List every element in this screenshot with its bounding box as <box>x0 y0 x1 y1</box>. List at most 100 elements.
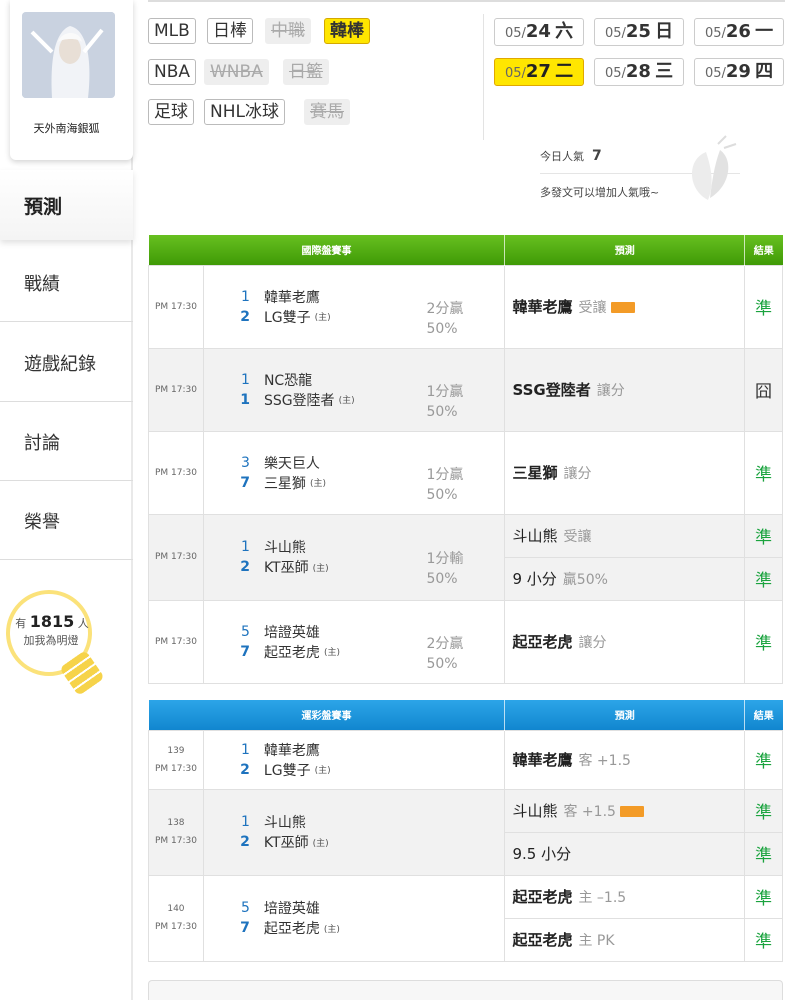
fans-count: 有 1815 人 <box>15 612 89 631</box>
home-team[interactable]: KT巫師 <box>264 832 309 852</box>
host-marker: (主) <box>309 479 326 489</box>
featured-badge-icon <box>619 806 644 817</box>
away-team[interactable]: 樂天巨人 <box>264 453 320 473</box>
away-score: 5 <box>241 900 250 916</box>
league-tab-nhl[interactable]: NHL冰球 <box>204 99 285 125</box>
column-header: 運彩盤賽事 <box>148 700 506 730</box>
popularity-hint: 多發文可以增加人氣哦~ <box>540 186 660 199</box>
prediction: 起亞老虎主 –1.5 <box>504 874 746 919</box>
prediction: 斗山熊客 +1.5 <box>504 788 746 833</box>
game-time: PM 17:30 <box>148 347 204 432</box>
league-tab-wnba: WNBA <box>204 59 269 85</box>
table-row: PM 17:30 5 培證英雄 7 起亞老虎 (主) 2分贏 50% 起亞老虎 讓分 準 <box>148 599 783 684</box>
username[interactable]: 天外南海銀狐 <box>10 120 123 136</box>
away-score: 5 <box>241 623 250 640</box>
home-score: 2 <box>240 834 250 850</box>
column-header: 結果 <box>744 700 783 730</box>
result: 準 <box>744 874 783 919</box>
avatar[interactable] <box>22 12 115 98</box>
table-row: 139 PM 17:30 1 韓華老鷹 2 LG雙子 (主) 韓華老鷹客 +1.5 準 <box>148 729 783 790</box>
away-score: 1 <box>241 371 250 388</box>
away-team[interactable]: 培證英雄 <box>264 622 320 642</box>
sidebar-item-record[interactable]: 戰績 <box>0 242 133 322</box>
result: 囧 <box>744 347 783 432</box>
away-score: 3 <box>241 454 250 471</box>
matchup: 1 斗山熊 2 KT巫師 (主) 1分輸 50% <box>202 513 506 601</box>
home-team[interactable]: LG雙子 <box>264 760 311 780</box>
date-button[interactable]: 05/29 四 <box>694 58 784 86</box>
game-time: PM 17:30 <box>154 763 197 774</box>
league-tab-mlb[interactable]: MLB <box>148 18 196 44</box>
away-score: 1 <box>241 539 250 555</box>
home-team[interactable]: SSG登陸者 <box>264 390 335 410</box>
featured-badge-icon <box>610 302 635 313</box>
table-row: PM 17:30 1 NC恐龍 1 SSG登陸者 (主) 1分贏 50% SSG登陸者讓… <box>148 347 783 432</box>
league-tab-soccer[interactable]: 足球 <box>148 99 194 125</box>
sidebar-item-honor[interactable]: 榮譽 <box>0 480 133 560</box>
league-tab-jbl: 日籃 <box>283 59 329 85</box>
away-team[interactable]: 斗山熊 <box>264 812 306 832</box>
prediction: 韓華老鷹客 +1.5 <box>504 729 746 790</box>
odds: 1分輸 50% <box>426 551 464 587</box>
fans-lightbulb[interactable]: 有 1815 人 加我為明燈 <box>6 590 105 700</box>
home-team[interactable]: 起亞老虎 <box>264 642 320 662</box>
game-info: 140 PM 17:30 <box>148 874 204 962</box>
result: 準 <box>744 831 783 876</box>
league-tab-cpbl: 中職 <box>265 18 311 44</box>
result: 準 <box>744 556 783 601</box>
result: 準 <box>744 788 783 833</box>
game-number: 138 <box>167 818 185 828</box>
matchup: 1 韓華老鷹 2 LG雙子 (主) 2分贏 50% <box>202 264 506 349</box>
date-button[interactable]: 05/25 日 <box>594 18 684 46</box>
game-time: PM 17:30 <box>154 922 197 932</box>
date-button[interactable]: 05/24 六 <box>494 18 584 46</box>
away-team[interactable]: 斗山熊 <box>264 537 306 557</box>
league-tab-horse: 賽馬 <box>304 99 350 125</box>
host-marker: (主) <box>312 838 329 849</box>
table-row: 140 PM 17:30 5 培證英雄 7 起亞老虎 (主) 起亞老虎主 –1.5 準 <box>148 874 783 962</box>
away-team[interactable]: 韓華老鷹 <box>264 287 320 307</box>
sidebar-item-predict[interactable]: 預測 <box>0 170 133 240</box>
sidebar-item-discussion[interactable]: 討論 <box>0 401 133 481</box>
home-team[interactable]: 起亞老虎 <box>264 918 320 938</box>
home-team[interactable]: KT巫師 <box>264 557 309 577</box>
table-row: 138 PM 17:30 1 斗山熊 2 KT巫師 (主) 斗山熊客 +1.5 準 <box>148 788 783 876</box>
league-tab-npb[interactable]: 日棒 <box>207 18 253 44</box>
prediction: 斗山熊 受讓 <box>504 513 746 558</box>
away-team[interactable]: 培證英雄 <box>264 898 320 918</box>
odds: 1分贏 50% <box>426 466 464 503</box>
result: 準 <box>744 917 783 962</box>
table-row: PM 17:30 3 樂天巨人 7 三星獅 (主) 1分贏 50% 三星獅 讓分 準 <box>148 430 783 515</box>
home-team[interactable]: LG雙子 <box>264 307 311 327</box>
prediction: 9 小分 贏50% <box>504 556 746 601</box>
popularity: 今日人氣 7 <box>540 148 602 164</box>
column-header: 預測 <box>504 700 746 730</box>
home-team[interactable]: 三星獅 <box>264 473 306 493</box>
away-team[interactable]: 韓華老鷹 <box>264 740 320 760</box>
home-score: 1 <box>240 391 250 408</box>
host-marker: (主) <box>314 766 331 776</box>
host-marker: (主) <box>312 563 329 574</box>
host-marker: (主) <box>338 396 355 406</box>
sidebar-item-game-log[interactable]: 遊戲紀錄 <box>0 322 133 402</box>
date-button[interactable]: 05/26 一 <box>694 18 784 46</box>
game-info: 138 PM 17:30 <box>148 788 204 876</box>
prediction: 9.5 小分 <box>504 831 746 876</box>
game-number: 139 <box>167 745 185 756</box>
sidebar-item-label: 討論 <box>24 433 60 454</box>
odds: 1分贏 50% <box>426 383 464 420</box>
away-team[interactable]: NC恐龍 <box>264 370 312 390</box>
home-score: 7 <box>240 643 250 660</box>
league-tab-nba[interactable]: NBA <box>148 59 197 85</box>
intl-odds-table: 國際盤賽事 預測 結果 PM 17:30 1 韓華老鷹 2 LG雙子 (主) 2分贏 5… <box>148 235 783 684</box>
league-tab-kbo[interactable]: 韓棒 <box>324 18 370 44</box>
date-button[interactable]: 05/28 三 <box>594 58 684 86</box>
date-button-selected[interactable]: 05/27 二 <box>494 58 584 86</box>
result: 準 <box>744 599 783 684</box>
game-time: PM 17:30 <box>148 599 204 684</box>
top-border <box>148 0 785 2</box>
prediction: 韓華老鷹 受讓 <box>504 264 746 349</box>
fans-cta: 加我為明燈 <box>23 634 79 647</box>
avatar-portrait-icon <box>22 12 115 98</box>
prediction: 起亞老虎 讓分 <box>504 599 746 684</box>
